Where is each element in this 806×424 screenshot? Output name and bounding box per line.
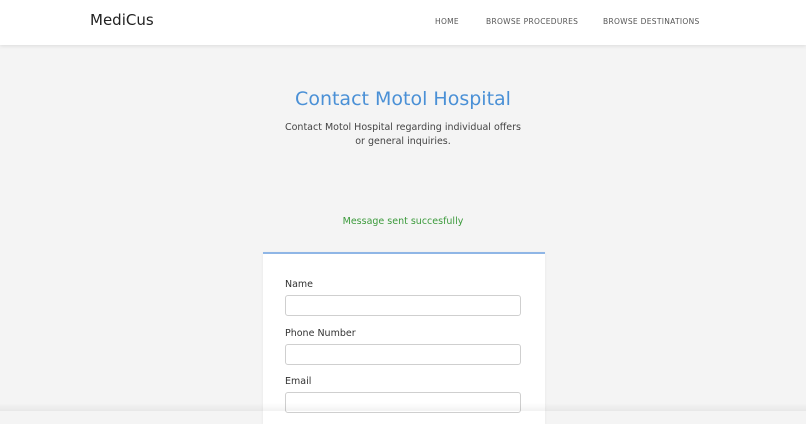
phone-number-label: Phone Number xyxy=(285,328,356,339)
name-input[interactable] xyxy=(285,295,521,316)
success-message: Message sent succesfully xyxy=(342,216,464,227)
nav-browse-destinations-link[interactable]: BROWSE DESTINATIONS xyxy=(603,17,700,26)
page-subtitle: Contact Motol Hospital regarding individ… xyxy=(284,122,522,147)
email-label: Email xyxy=(285,376,312,387)
name-label: Name xyxy=(285,279,314,290)
brand-logo[interactable]: MediCus xyxy=(90,11,154,29)
contact-form: Name Phone Number Email xyxy=(263,252,545,424)
phone-number-input[interactable] xyxy=(285,344,521,365)
top-navbar: MediCus HOME BROWSE PROCEDURES BROWSE DE… xyxy=(0,0,806,45)
page-title: Contact Motol Hospital xyxy=(295,88,511,110)
nav-browse-procedures-link[interactable]: BROWSE PROCEDURES xyxy=(486,17,578,26)
nav-home-link[interactable]: HOME xyxy=(435,17,459,26)
email-input[interactable] xyxy=(285,392,521,413)
